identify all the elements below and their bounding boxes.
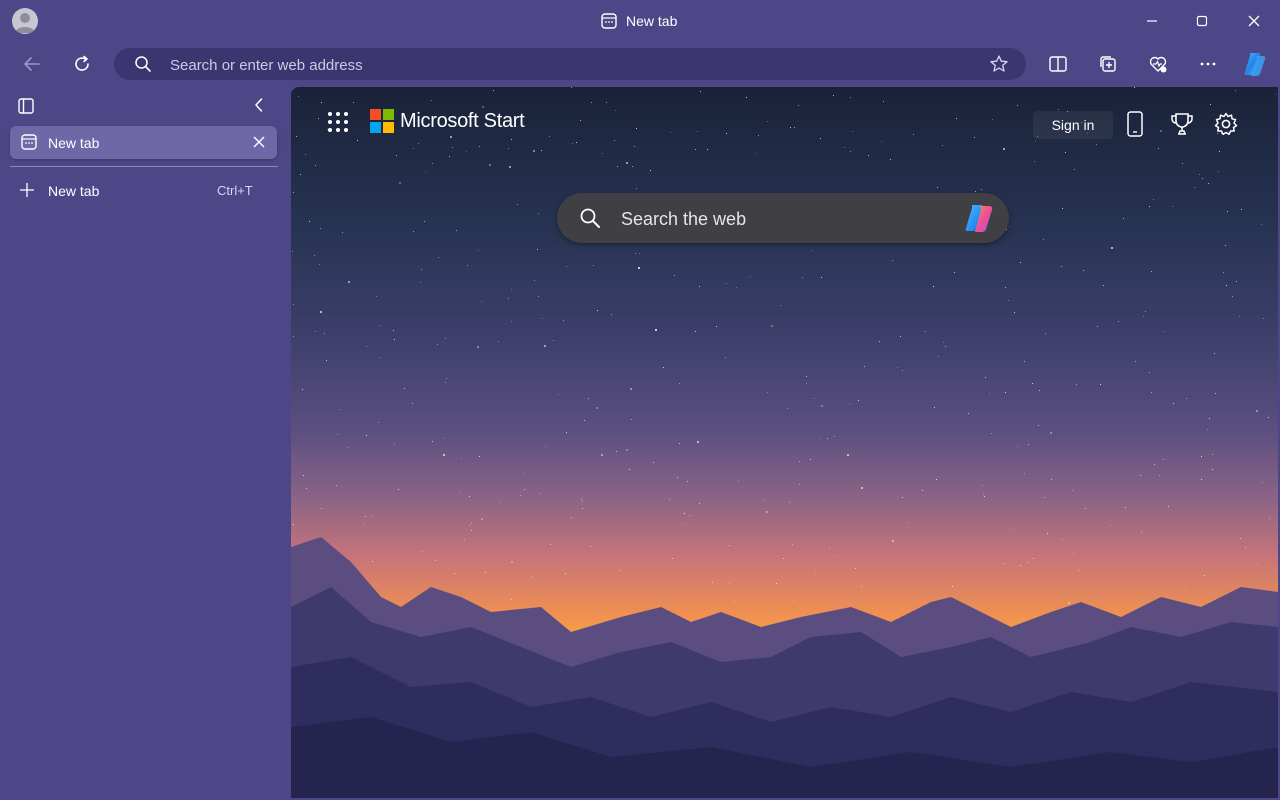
address-input[interactable] (168, 48, 962, 82)
split-screen-button[interactable] (1040, 47, 1076, 81)
brand-text: Microsoft Start (400, 109, 525, 132)
phone-icon (1127, 111, 1143, 137)
mountains-image (291, 537, 1278, 798)
minimize-icon (1147, 20, 1157, 22)
rewards-button[interactable] (1167, 109, 1197, 139)
copilot-icon[interactable] (962, 202, 996, 234)
back-arrow-icon (24, 57, 40, 71)
plus-icon (19, 182, 35, 198)
new-tab-shortcut: Ctrl+T (217, 183, 253, 198)
new-tab-icon (20, 133, 38, 151)
copilot-button[interactable] (1237, 47, 1273, 81)
close-tab-icon[interactable] (252, 135, 266, 149)
microsoft-start-brand[interactable]: Microsoft Start (370, 109, 525, 133)
tab-label: New tab (48, 135, 100, 151)
sidebar-divider (10, 166, 278, 167)
back-button[interactable] (14, 47, 50, 81)
close-icon (1248, 15, 1260, 27)
refresh-button[interactable] (64, 47, 100, 81)
maximize-icon (1196, 15, 1208, 27)
microsoft-logo (370, 109, 394, 133)
browser-essentials-icon (1149, 56, 1167, 73)
address-bar[interactable] (114, 48, 1026, 82)
collections-icon (1100, 56, 1116, 72)
collections-button[interactable] (1090, 47, 1126, 81)
apps-grid-icon[interactable] (327, 111, 349, 133)
minimize-button[interactable] (1138, 8, 1166, 34)
new-tab-button[interactable]: New tab Ctrl+T (10, 176, 277, 206)
rewards-trophy-icon (1171, 113, 1193, 135)
window-title: New tab (600, 11, 677, 31)
window-title-text: New tab (626, 13, 678, 29)
tab-new-tab-active[interactable]: New tab (10, 126, 277, 159)
split-screen-icon (1049, 56, 1067, 72)
sign-in-button[interactable]: Sign in (1033, 111, 1113, 139)
close-window-button[interactable] (1240, 8, 1268, 34)
more-options-button[interactable] (1190, 47, 1226, 81)
collapse-chevron-icon[interactable] (250, 96, 270, 116)
maximize-button[interactable] (1188, 8, 1216, 34)
copilot-icon (1244, 53, 1266, 76)
search-icon (134, 55, 152, 73)
browser-essentials-button[interactable] (1140, 47, 1176, 81)
settings-button[interactable] (1211, 109, 1241, 139)
phone-button[interactable] (1120, 109, 1150, 139)
web-search-input[interactable] (619, 193, 953, 245)
person-icon (15, 13, 35, 33)
settings-gear-icon (1214, 112, 1238, 136)
favorite-star-icon[interactable] (989, 54, 1009, 74)
sidebar-panel-icon[interactable] (16, 96, 38, 116)
new-tab-label: New tab (48, 183, 100, 199)
more-dots-icon (1200, 62, 1216, 66)
profile-avatar[interactable] (12, 8, 38, 34)
search-icon (579, 207, 601, 229)
new-tab-page: Microsoft Start Sign in (291, 87, 1278, 798)
web-search-box[interactable] (557, 193, 1009, 245)
refresh-icon (75, 55, 89, 71)
new-tab-icon (600, 12, 618, 30)
